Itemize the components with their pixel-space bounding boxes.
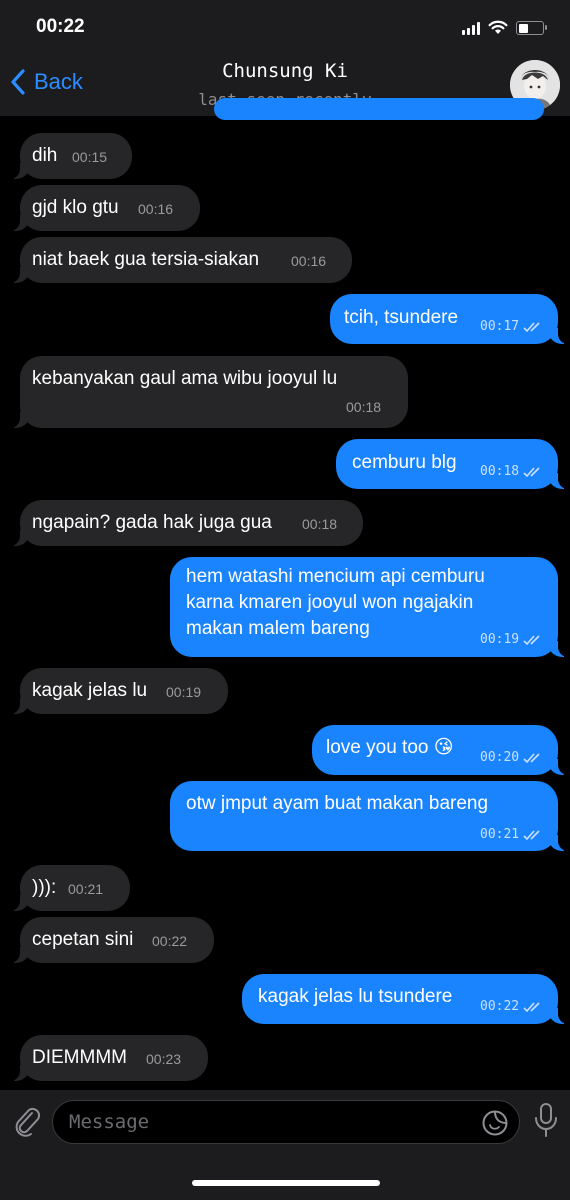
message-bubble-outgoing[interactable]: otw jmput ayam buat makan bareng 00:21 — [170, 781, 570, 851]
message-bubble-incoming[interactable]: gjd klo gtu 00:16 — [8, 185, 200, 231]
message-bubble-incoming[interactable]: kebanyakan gaul ama wibu jooyul lu 00:18 — [8, 356, 408, 428]
status-time: 00:22 — [36, 16, 85, 37]
message-text: cemburu blg — [352, 452, 457, 473]
read-receipt-icon — [523, 322, 540, 333]
message-bubble-outgoing[interactable]: hem watashi mencium api cemburu karna km… — [170, 557, 570, 657]
message-text: gjd klo gtu — [32, 197, 119, 218]
message-text: DIEMMMM — [32, 1047, 127, 1068]
message-time: 00:16 — [291, 253, 327, 269]
message-text: tcih, tsundere — [344, 307, 459, 328]
message-text: ngapain? gada hak juga gua — [32, 512, 272, 533]
message-time: 00:23 — [146, 1051, 182, 1067]
message-bubble-outgoing[interactable]: kagak jelas lu tsundere 00:22 — [242, 974, 570, 1024]
message-bubble-outgoing[interactable]: cemburu blg 00:18 — [336, 439, 570, 489]
message-bubble-incoming[interactable]: kagak jelas lu 00:19 — [8, 668, 228, 714]
message-text: otw jmput ayam buat makan bareng — [186, 793, 489, 814]
message-bubble-incoming[interactable]: DIEMMMM 00:23 — [8, 1035, 208, 1081]
message-time: 00:15 — [72, 149, 108, 165]
message-time: 00:22 — [480, 999, 520, 1014]
message-time: 00:19 — [480, 632, 520, 647]
message-text: ))): — [32, 877, 57, 898]
message-time: 00:22 — [152, 933, 188, 949]
message-time: 00:17 — [480, 319, 520, 334]
read-receipt-icon — [523, 830, 540, 841]
message-text: dih — [32, 145, 58, 166]
message-text-line: makan malem bareng — [186, 618, 370, 639]
message-bubble-incoming[interactable]: ))): 00:21 — [8, 865, 130, 911]
message-time: 00:19 — [166, 684, 202, 700]
message-text: kagak jelas lu — [32, 680, 148, 701]
message-text: cepetan sini — [32, 929, 134, 950]
sticker-icon[interactable] — [481, 1109, 509, 1137]
message-text-line: hem watashi mencium api cemburu — [186, 566, 485, 587]
message-text: niat baek gua tersia-siakan — [32, 249, 260, 270]
message-time: 00:18 — [302, 516, 338, 532]
message-bubble-outgoing[interactable]: tcih, tsundere 00:17 — [330, 294, 570, 344]
message-text: kebanyakan gaul ama wibu jooyul lu — [32, 368, 338, 389]
read-receipt-icon — [523, 467, 540, 478]
paperclip-icon[interactable] — [10, 1104, 44, 1138]
home-indicator[interactable] — [192, 1180, 380, 1186]
read-receipt-icon — [523, 753, 540, 764]
cellular-signal-icon — [462, 21, 480, 35]
contact-name[interactable]: Chunsung Ki — [0, 60, 570, 82]
message-time: 00:20 — [480, 750, 520, 765]
message-text: love you too 😘 — [326, 737, 454, 758]
microphone-icon[interactable] — [532, 1102, 560, 1138]
message-bubble-outgoing[interactable]: love you too 😘 00:20 — [312, 725, 570, 775]
message-bubble-incoming[interactable]: dih 00:15 — [8, 133, 132, 179]
message-bubble-partial — [214, 98, 544, 120]
message-bubble-incoming[interactable]: niat baek gua tersia-siakan 00:16 — [8, 237, 352, 283]
message-text: kagak jelas lu tsundere — [258, 986, 453, 1007]
message-placeholder: Message — [69, 1111, 150, 1133]
battery-icon — [516, 21, 547, 35]
message-list[interactable]: dih 00:15 gjd klo gtu 00:16 niat baek gu… — [0, 98, 570, 1090]
message-time: 00:21 — [68, 881, 104, 897]
wifi-icon — [488, 20, 508, 34]
read-receipt-icon — [523, 1002, 540, 1013]
status-bar: 00:22 — [0, 0, 570, 56]
message-text-line: karna kmaren jooyul won ngajakin — [186, 592, 474, 613]
read-receipt-icon — [523, 635, 540, 646]
status-icons — [462, 20, 547, 35]
message-time: 00:21 — [480, 827, 520, 842]
message-input[interactable]: Message — [52, 1100, 520, 1144]
message-bubble-incoming[interactable]: cepetan sini 00:22 — [8, 917, 214, 963]
message-bubble-incoming[interactable]: ngapain? gada hak juga gua 00:18 — [8, 500, 363, 546]
message-time: 00:18 — [480, 464, 520, 479]
message-time: 00:18 — [346, 399, 382, 415]
message-time: 00:16 — [138, 201, 174, 217]
